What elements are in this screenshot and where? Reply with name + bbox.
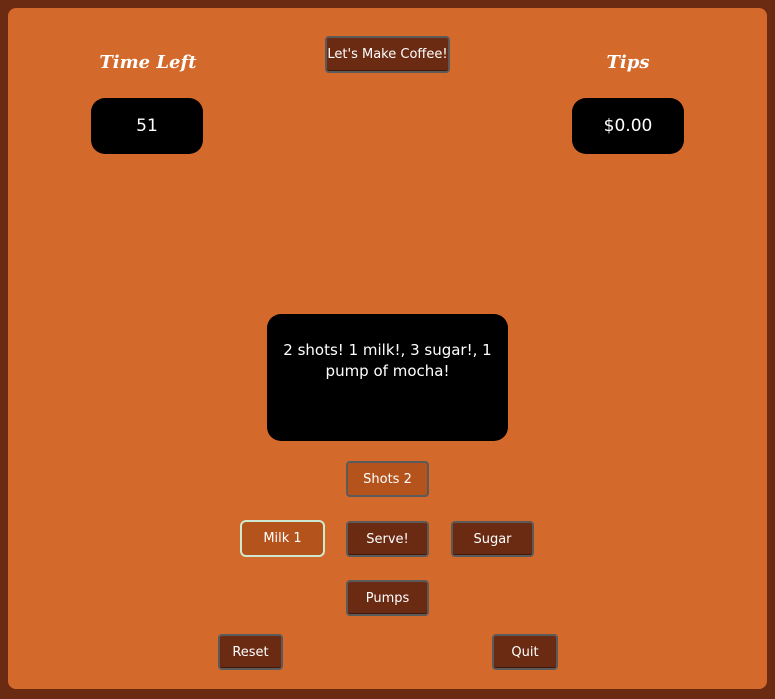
reset-button[interactable]: Reset — [218, 634, 283, 670]
time-left-label: Time Left — [99, 52, 197, 73]
tips-label: Tips — [606, 52, 650, 73]
start-button[interactable]: Let's Make Coffee! — [325, 36, 450, 73]
shots-button[interactable]: Shots 2 — [346, 461, 429, 497]
sugar-button[interactable]: Sugar — [451, 521, 534, 557]
pumps-button[interactable]: Pumps — [346, 580, 429, 616]
tips-display: $0.00 — [572, 98, 684, 154]
order-ticket: 2 shots! 1 milk!, 3 sugar!, 1 pump of mo… — [267, 314, 508, 441]
quit-button[interactable]: Quit — [492, 634, 558, 670]
serve-button[interactable]: Serve! — [346, 521, 429, 557]
milk-button[interactable]: Milk 1 — [240, 520, 325, 557]
time-left-display: 51 — [91, 98, 203, 154]
order-text: 2 shots! 1 milk!, 3 sugar!, 1 pump of mo… — [283, 341, 492, 380]
